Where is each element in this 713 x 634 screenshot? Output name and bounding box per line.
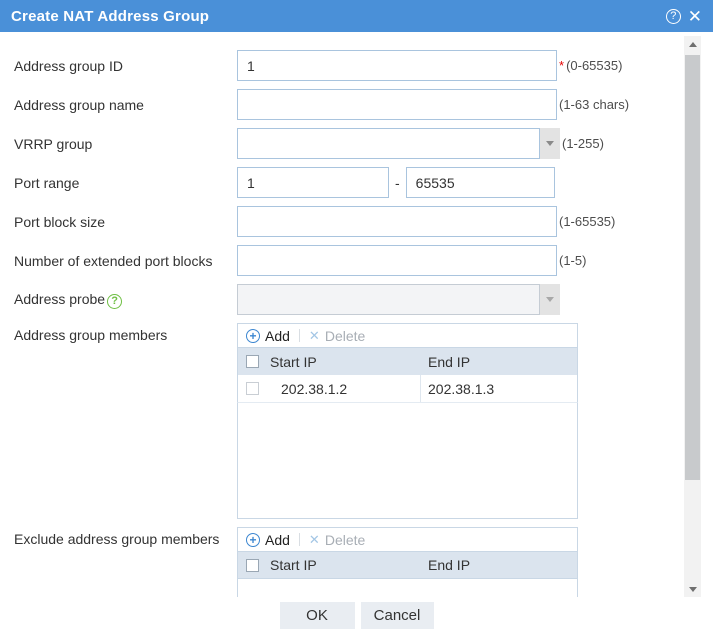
vrrp-group-hint: (1-255)	[562, 136, 604, 151]
members-table-header: Start IP End IP	[237, 348, 578, 375]
address-group-id-hint: (0-65535)	[566, 58, 623, 73]
field-address-probe: Address probe?	[14, 284, 713, 315]
vertical-scrollbar[interactable]	[684, 36, 701, 597]
address-probe-dropdown-button[interactable]	[540, 284, 560, 315]
members-select-all-checkbox[interactable]	[246, 355, 259, 368]
dialog-header: Create NAT Address Group ? ✕	[0, 0, 713, 32]
address-probe-label: Address probe?	[14, 291, 237, 309]
port-block-size-hint: (1-65535)	[559, 214, 616, 229]
triangle-up-icon	[688, 41, 697, 47]
extended-port-blocks-hint: (1-5)	[559, 253, 587, 268]
members-delete-button[interactable]: ✕ Delete	[309, 328, 365, 344]
toolbar-divider	[298, 329, 300, 342]
delete-icon: ✕	[308, 327, 320, 343]
field-port-range: Port range -	[14, 167, 713, 198]
port-range-label: Port range	[14, 174, 80, 191]
vrrp-group-dropdown-button[interactable]	[540, 128, 560, 159]
column-header-end-ip: End IP	[428, 557, 471, 573]
extended-port-blocks-input[interactable]	[237, 245, 557, 276]
dialog-footer: OK Cancel	[0, 597, 713, 634]
members-table: + Add ✕ Delete Start IP End IP 202.38.1.…	[237, 323, 578, 519]
port-block-size-label: Port block size	[14, 213, 106, 230]
cancel-button[interactable]: Cancel	[360, 602, 434, 629]
address-group-id-label: Address group ID	[14, 57, 123, 74]
triangle-down-icon	[688, 586, 697, 592]
column-header-end-ip: End IP	[428, 353, 471, 370]
exclude-members-table: + Add ✕ Delete Start IP End IP	[237, 527, 578, 597]
dialog-title: Create NAT Address Group	[11, 7, 210, 25]
field-exclude-members: Exclude address group members + Add ✕ De…	[14, 527, 713, 597]
extended-port-blocks-label: Number of extended port blocks	[14, 252, 213, 269]
exclude-members-table-header: Start IP End IP	[237, 552, 578, 579]
scrollbar-thumb[interactable]	[685, 55, 700, 480]
vrrp-group-value[interactable]	[237, 128, 540, 159]
delete-icon: ✕	[308, 531, 320, 547]
dialog-body: Address group ID *(0-65535) Address grou…	[0, 32, 713, 597]
address-group-name-hint: (1-63 chars)	[559, 97, 630, 112]
port-range-separator: -	[395, 174, 400, 191]
port-range-start-input[interactable]	[237, 167, 389, 198]
members-label: Address group members	[14, 327, 168, 343]
port-block-size-input[interactable]	[237, 206, 557, 237]
add-icon: +	[246, 532, 260, 547]
exclude-members-select-all-checkbox[interactable]	[246, 558, 259, 572]
required-mark: *	[559, 58, 565, 73]
field-port-block-size: Port block size (1-65535)	[14, 206, 713, 237]
address-group-id-input[interactable]	[237, 50, 557, 81]
address-probe-help-icon[interactable]: ?	[107, 293, 123, 309]
toolbar-divider	[298, 533, 300, 546]
end-ip-cell: 202.38.1.3	[428, 380, 495, 397]
close-icon[interactable]: ✕	[688, 8, 702, 25]
column-header-start-ip: Start IP	[270, 557, 317, 573]
field-address-group-name: Address group name (1-63 chars)	[14, 89, 713, 120]
members-add-button[interactable]: + Add	[246, 328, 290, 344]
scroll-up-button[interactable]	[684, 36, 701, 52]
address-group-name-input[interactable]	[237, 89, 557, 120]
ok-button[interactable]: OK	[279, 602, 355, 629]
field-address-group-id: Address group ID *(0-65535)	[14, 50, 713, 81]
members-table-empty-area	[237, 403, 578, 519]
port-range-end-input[interactable]	[405, 167, 555, 198]
field-vrrp-group: VRRP group (1-255)	[14, 128, 713, 159]
add-icon: +	[246, 328, 260, 343]
vrrp-group-select[interactable]	[237, 128, 560, 159]
chevron-down-icon	[546, 141, 554, 146]
chevron-down-icon	[546, 297, 554, 302]
address-group-name-label: Address group name	[14, 96, 144, 113]
row-checkbox[interactable]	[246, 382, 259, 395]
scroll-down-button[interactable]	[684, 581, 701, 597]
exclude-members-table-empty-area	[237, 579, 578, 597]
help-icon[interactable]: ?	[665, 8, 681, 24]
exclude-members-delete-button[interactable]: ✕ Delete	[309, 532, 365, 548]
exclude-members-label: Exclude address group members	[14, 531, 220, 547]
field-extended-port-blocks: Number of extended port blocks (1-5)	[14, 245, 713, 276]
field-members: Address group members + Add ✕ Delete Sta…	[14, 323, 713, 519]
start-ip-cell: 202.38.1.2	[259, 375, 421, 402]
exclude-members-toolbar: + Add ✕ Delete	[237, 527, 578, 552]
table-row[interactable]: 202.38.1.2 202.38.1.3	[237, 375, 578, 403]
address-probe-value	[237, 284, 540, 315]
exclude-members-add-button[interactable]: + Add	[246, 532, 290, 548]
address-probe-select[interactable]	[237, 284, 560, 315]
column-header-start-ip: Start IP	[270, 353, 317, 370]
members-toolbar: + Add ✕ Delete	[237, 323, 578, 348]
vrrp-group-label: VRRP group	[14, 135, 93, 152]
